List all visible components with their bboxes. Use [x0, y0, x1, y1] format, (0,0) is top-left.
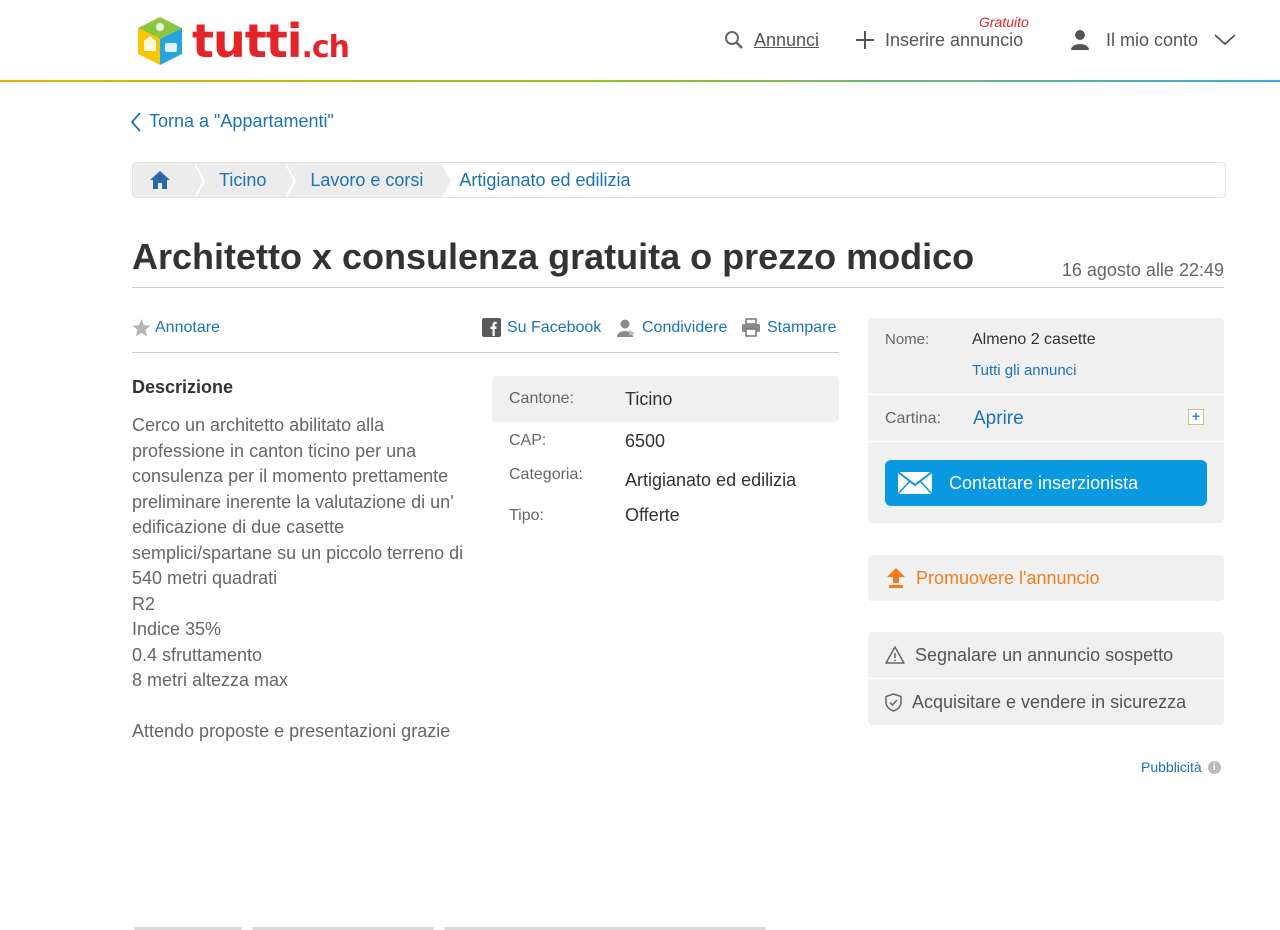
expand-map-icon[interactable]: + [1188, 409, 1204, 425]
actions-divider [132, 352, 839, 353]
contact-seller-button[interactable]: Contattare inserzionista [885, 460, 1207, 506]
seller-divider [868, 441, 1224, 442]
promote-ad-button[interactable]: Promuovere l'annuncio [868, 555, 1224, 601]
home-icon [150, 171, 170, 189]
detail-row-type: Tipo: Offerte [492, 498, 839, 533]
info-icon[interactable]: i [1207, 760, 1221, 774]
promote-label: Promuovere l'annuncio [916, 567, 1100, 588]
star-icon [132, 319, 151, 337]
detail-row-category: Categoria: Artigianato ed edilizia [492, 463, 839, 498]
ad-title: Architetto x consulenza gratuita o prezz… [132, 236, 975, 277]
facebook-label: Su Facebook [507, 318, 602, 336]
safe-trade-link[interactable]: Acquisitare e vendere in sicurezza [868, 679, 1224, 725]
print-label: Stampare [767, 318, 837, 336]
seller-name: Almeno 2 casette [972, 331, 1096, 348]
share-label: Condividere [642, 319, 728, 336]
map-open-link[interactable]: Aprire [973, 408, 1024, 430]
note-button[interactable]: Annotare [132, 319, 220, 337]
breadcrumb-item-ticino[interactable]: Ticino [193, 163, 297, 197]
report-ad-link[interactable]: Segnalare un annuncio sospetto [868, 632, 1224, 678]
description-text: Cerco un architetto abilitato alla profe… [132, 415, 464, 741]
nav-search-ads[interactable]: Annunci [724, 0, 819, 80]
nav-insert-label: Inserire annuncio [885, 29, 1024, 50]
free-badge: Gratuito [979, 14, 1029, 30]
header-divider [0, 80, 1280, 82]
advertising-text: Pubblicità [1141, 759, 1202, 775]
chevron-down-icon [1214, 34, 1236, 46]
title-divider [132, 287, 1224, 288]
detail-key: Categoria: [509, 466, 583, 483]
back-link-label: Torna a "Appartamenti" [149, 111, 334, 131]
logo-wordmark: tutti.ch [192, 14, 350, 68]
advertising-label: Pubblicità i [1141, 759, 1221, 775]
search-icon [725, 31, 743, 49]
envelope-icon [897, 471, 933, 495]
printer-icon [742, 318, 760, 337]
nav-my-account[interactable]: Il mio conto [1070, 0, 1236, 80]
note-label: Annotare [155, 319, 220, 336]
facebook-share-button[interactable]: Su Facebook [482, 318, 601, 337]
detail-value: Ticino [625, 388, 673, 409]
breadcrumb-item-lavoro[interactable]: Lavoro e corsi [284, 163, 454, 197]
ad-date: 16 agosto alle 22:49 [1061, 260, 1224, 280]
site-logo[interactable]: tutti.ch [136, 14, 350, 68]
chevron-left-icon [131, 111, 141, 132]
share-person-icon [617, 319, 635, 337]
site-header: tutti.ch Annunci Inserire annuncio Gratu… [0, 0, 1280, 80]
report-ad-label: Segnalare un annuncio sospetto [915, 644, 1174, 665]
plus-icon [856, 31, 874, 49]
seller-panel: Nome: Almeno 2 casette Tutti gli annunci… [868, 318, 1224, 523]
cube-logo-icon [138, 17, 182, 65]
detail-value: 6500 [625, 431, 666, 451]
back-link[interactable]: Torna a "Appartamenti" [131, 111, 334, 132]
arrow-up-icon [887, 568, 905, 588]
all-ads-link[interactable]: Tutti gli annunci [972, 362, 1077, 379]
detail-row-canton: Cantone: Ticino [492, 376, 839, 422]
contact-seller-label: Contattare inserzionista [949, 472, 1139, 493]
breadcrumb-item-artigianato[interactable]: Artigianato ed edilizia [441, 163, 649, 197]
seller-name-label: Nome: [885, 331, 930, 348]
seller-divider [868, 394, 1224, 395]
user-icon [1071, 30, 1089, 50]
nav-insert-ad[interactable]: Inserire annuncio [855, 0, 1023, 80]
share-button[interactable]: Condividere [616, 318, 727, 338]
detail-key: Tipo: [509, 507, 544, 524]
breadcrumb: Ticino Lavoro e corsi Artigianato ed edi… [132, 162, 1226, 198]
shield-icon [885, 692, 902, 712]
detail-key: Cantone: [509, 390, 574, 407]
print-button[interactable]: Stampare [741, 318, 836, 337]
facebook-icon [482, 318, 501, 337]
safety-panel: Segnalare un annuncio sospetto Acquisita… [868, 632, 1224, 725]
ad-details-table: Cantone: Ticino CAP: 6500 Categoria: Art… [492, 376, 839, 533]
detail-row-cap: CAP: 6500 [492, 429, 839, 453]
detail-value: Offerte [625, 505, 680, 525]
detail-key: CAP: [509, 432, 547, 449]
nav-account-label: Il mio conto [1106, 29, 1199, 50]
safe-trade-label: Acquisitare e vendere in sicurezza [912, 691, 1187, 712]
detail-value: Artigianato ed edilizia [625, 470, 797, 490]
nav-search-label: Annunci [754, 29, 820, 50]
map-label: Cartina: [885, 410, 942, 427]
description-heading: Descrizione [132, 377, 234, 397]
warning-icon [885, 646, 905, 664]
breadcrumb-home[interactable] [133, 163, 205, 197]
